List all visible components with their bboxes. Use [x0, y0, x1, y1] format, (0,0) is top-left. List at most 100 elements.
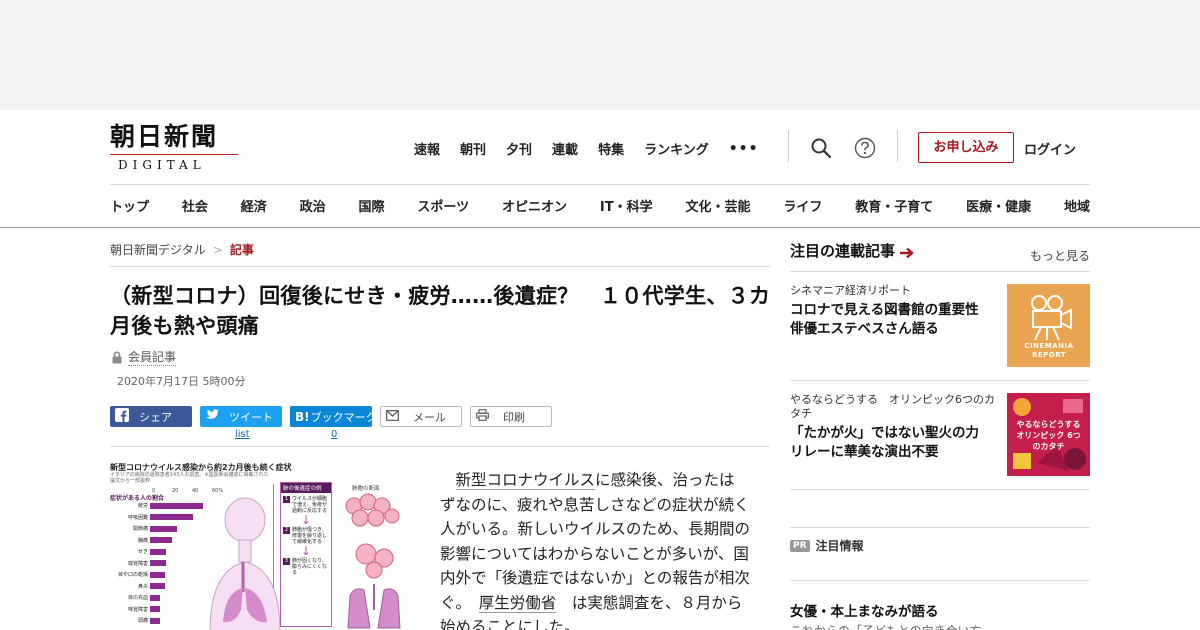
category-international[interactable]: 国際 [359, 196, 385, 215]
mail-icon [386, 409, 399, 424]
article-date: 2020年7月17日 5時00分 [117, 375, 246, 388]
figure-bar-row: 疲労 [110, 502, 203, 509]
figure-bar-row: せき [110, 548, 166, 555]
search-icon[interactable] [810, 137, 832, 159]
header-divider [897, 130, 898, 162]
figure-bar-label: 味覚障害 [127, 606, 148, 613]
sidebar-card-thumbnail[interactable]: やるならどうする オリンピック 6つのカタチ [1007, 393, 1090, 476]
sidebar-card-kicker: シネマニア経済リポート [790, 284, 911, 297]
lung-sequence-title: 肺の後遺症の例 [281, 483, 331, 493]
category-region[interactable]: 地域 [1064, 196, 1090, 215]
figure-bar-row: 嗅覚障害 [110, 560, 166, 567]
divider [790, 271, 1090, 272]
category-top[interactable]: トップ [110, 196, 149, 215]
topnav-item-sokuho[interactable]: 速報 [414, 139, 440, 158]
member-label-text: 会員記事 [128, 350, 177, 366]
header-divider [788, 130, 789, 162]
member-article-label[interactable]: 会員記事 [111, 348, 177, 366]
step-2: 2 肺胞が傷つき、修復を繰り返して線維化する [283, 527, 329, 545]
site-logo[interactable]: 朝日新聞 DIGITAL [110, 122, 242, 172]
category-culture[interactable]: 文化・芸能 [685, 196, 750, 215]
pr-item-title[interactable]: 女優・本上まなみが語る [790, 600, 939, 620]
hatena-count[interactable]: 0 [331, 429, 337, 440]
figure-bar [150, 583, 165, 589]
figure-bar [150, 537, 172, 543]
step-3-text: 肺が固くなり、膨らみにくくなる [292, 558, 327, 576]
arrow-down-icon: ↓ [300, 513, 312, 527]
twitter-share-label: ツイート [229, 410, 273, 424]
twitter-count[interactable]: list [235, 429, 250, 440]
figure-bar-label: 目の充血 [127, 595, 148, 601]
twitter-share-button[interactable]: ツイート [200, 406, 282, 427]
body-text-1: に感染後、治ったはずなのに、疲れや息苦しさなどの症状が続く人がいる。新しいウイル… [440, 471, 751, 612]
category-politics[interactable]: 政治 [300, 196, 326, 215]
hatena-bookmark-button[interactable]: B! ブックマーク [290, 406, 377, 427]
print-button[interactable]: 印刷 [470, 406, 552, 427]
help-icon[interactable] [854, 137, 876, 159]
divider [790, 380, 1090, 381]
login-link[interactable]: ログイン [1024, 139, 1076, 158]
sidebar-card[interactable]: シネマニア経済リポート コロナで見える図書館の重要性 俳優エステベスさん語る C… [790, 284, 1090, 367]
category-economy[interactable]: 経済 [241, 196, 267, 215]
sidebar-card[interactable]: やるならどうする オリンピック6つのカタチ 「たかが火」ではない聖火の力 リレー… [790, 393, 1090, 476]
figure-bar-label: 関節痛 [132, 526, 148, 532]
topnav-item-rensai[interactable]: 連載 [552, 139, 578, 158]
body-link-covid[interactable]: 新型コロナウイルス [455, 471, 596, 490]
category-life[interactable]: ライフ [783, 196, 822, 215]
figure-bar [150, 514, 193, 520]
facebook-share-button[interactable]: シェア [110, 406, 192, 427]
divider [110, 266, 770, 267]
mail-share-button[interactable]: メール [380, 406, 462, 427]
facebook-icon [115, 408, 129, 425]
topnav-item-yukan[interactable]: 夕刊 [506, 139, 532, 158]
step-1-number: 1 [283, 496, 290, 503]
sidebar-card-thumbnail[interactable]: CINEMANIA REPORT [1007, 284, 1090, 367]
figure-axis-tick: 0 [152, 488, 156, 494]
category-sports[interactable]: スポーツ [417, 196, 469, 215]
pr-badge: PR [790, 539, 810, 552]
divider [790, 580, 1090, 581]
body-illustration [205, 492, 285, 630]
pr-section-header: PR 注目情報 [790, 537, 864, 554]
category-society[interactable]: 社会 [182, 196, 208, 215]
top-nav: 速報 朝刊 夕刊 連載 特集 ランキング ••• [414, 139, 779, 159]
category-nav: トップ 社会 経済 政治 国際 スポーツ オピニオン IT・科学 文化・芸能 ラ… [110, 196, 1090, 215]
more-menu-icon[interactable]: ••• [729, 141, 759, 157]
subscribe-button[interactable]: お申し込み [918, 132, 1014, 163]
pr-label: 注目情報 [815, 539, 864, 553]
divider [790, 489, 1090, 490]
sidebar-more-link[interactable]: もっと見る [1030, 247, 1090, 264]
pr-item-subtitle[interactable]: これからの「子どもとの向き合い方 [790, 622, 982, 630]
figure-bar-label: 嗅覚障害 [127, 560, 148, 567]
body-link-mhlw[interactable]: 厚生労働省 [478, 593, 557, 613]
article-body: 新型コロナウイルスに感染後、治ったはずなのに、疲れや息苦しさなどの症状が続く人が… [440, 468, 750, 630]
breadcrumb: 朝日新聞デジタル > 記事 [110, 241, 254, 258]
figure-bar-label: 鼻炎 [137, 583, 148, 590]
figure-bar-row: 鼻炎 [110, 583, 165, 590]
article-headline: （新型コロナ）回復後にせき・疲労……後遺症？ １０代学生、３カ月後も熱や頭痛 [110, 284, 771, 338]
breadcrumb-current: 記事 [229, 243, 254, 257]
article-figure[interactable]: 新型コロナウイルス感染から約2カ月後も続く症状 イタリアの病院の退院患者143人… [110, 462, 410, 630]
topnav-item-choukan[interactable]: 朝刊 [460, 139, 486, 158]
breadcrumb-separator: > [212, 243, 223, 257]
divider [790, 527, 1090, 528]
alveoli-note: 肺胞の断面 [352, 486, 380, 492]
sidebar-card-title: コロナで見える図書館の重要性 俳優エステベスさん語る [790, 302, 993, 337]
step-3-number: 3 [283, 558, 290, 565]
category-health[interactable]: 医療・健康 [966, 196, 1031, 215]
arrow-right-icon [900, 247, 914, 258]
facebook-share-label: シェア [139, 410, 172, 424]
figure-bar-row: 目の充血 [110, 594, 160, 601]
figure-subtitle: イタリアの病院の退院患者143人の調査。※国医師会雑誌に掲載された論文から一部抜… [110, 472, 269, 484]
figure-bar [150, 606, 160, 612]
category-it-science[interactable]: IT・科学 [600, 196, 653, 215]
figure-bar [150, 548, 166, 555]
category-opinion[interactable]: オピニオン [502, 196, 567, 215]
topnav-item-tokushu[interactable]: 特集 [598, 139, 624, 158]
category-education[interactable]: 教育・子育て [855, 196, 933, 215]
body-indent [440, 471, 456, 489]
breadcrumb-home[interactable]: 朝日新聞デジタル [110, 243, 206, 257]
figure-bar [150, 617, 160, 624]
figure-bar-label: せき [137, 549, 148, 555]
topnav-item-ranking[interactable]: ランキング [644, 139, 709, 158]
